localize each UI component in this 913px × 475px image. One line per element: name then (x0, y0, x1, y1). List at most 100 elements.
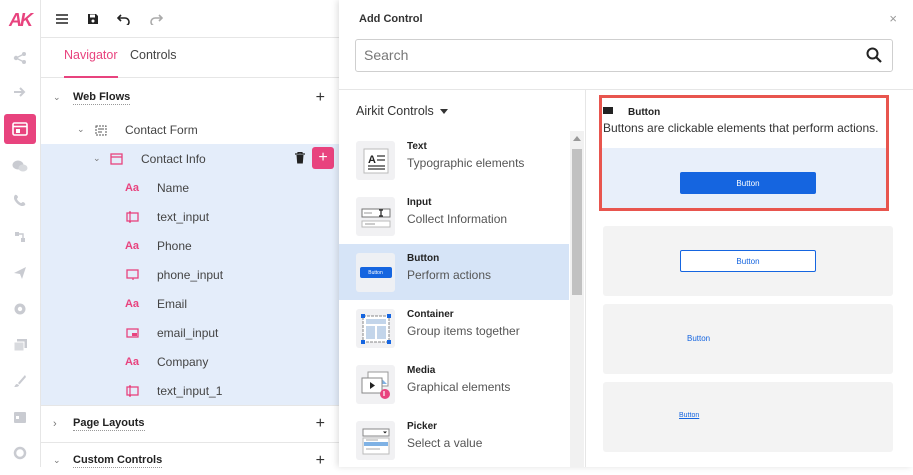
button-thumb-label: Button (359, 267, 392, 278)
page-layouts-section[interactable]: › Page Layouts + (41, 409, 339, 438)
add-web-flow-button[interactable]: + (316, 89, 325, 107)
divider (41, 405, 339, 406)
add-page-layout-button[interactable]: + (316, 415, 325, 433)
preview-text-button[interactable]: Button (687, 334, 710, 343)
trash-icon[interactable] (295, 151, 305, 167)
search-box[interactable] (355, 39, 893, 72)
chevron-down-icon[interactable]: ⌄ (93, 153, 101, 164)
tree-item-label: phone_input (157, 267, 224, 282)
chevron-down-icon[interactable]: ⌄ (77, 124, 85, 135)
brush-icon[interactable] (11, 372, 29, 390)
tree-item[interactable]: email_input (41, 318, 339, 347)
tree-item[interactable]: Aa Phone (41, 231, 339, 260)
search-input[interactable] (364, 47, 844, 63)
input-icon (125, 210, 139, 224)
control-list-scrollbar[interactable] (570, 131, 584, 467)
search-icon[interactable] (866, 47, 882, 68)
control-desc: Typographic elements (407, 156, 525, 170)
button-variant-outline[interactable]: Button (603, 226, 893, 296)
tree-item[interactable]: text_input_1 (41, 376, 339, 405)
divider (339, 89, 913, 90)
scroll-up-icon[interactable] (573, 136, 581, 141)
phone-icon[interactable] (11, 191, 29, 209)
settings-icon[interactable] (11, 300, 29, 318)
redo-icon[interactable] (148, 11, 164, 27)
tree-item-label: Email (157, 296, 188, 311)
send-icon[interactable] (11, 264, 29, 282)
control-item-text[interactable]: A Text Typographic elements (339, 132, 569, 188)
tree-item[interactable]: Aa Name (41, 173, 339, 202)
media-control-icon (356, 365, 395, 404)
integration-icon[interactable] (11, 228, 29, 246)
control-desc: Select a value (407, 436, 483, 450)
save-icon[interactable] (85, 11, 101, 27)
tree-item[interactable]: phone_input (41, 260, 339, 289)
svg-text:A: A (368, 154, 376, 166)
page-layouts-label: Page Layouts (73, 416, 145, 431)
tree-item[interactable]: Aa Email (41, 289, 339, 318)
text-icon: Aa (124, 297, 140, 310)
selection-highlight (599, 95, 889, 211)
control-name: Input (407, 197, 432, 208)
calendar-icon[interactable] (11, 408, 29, 426)
text-icon: Aa (124, 239, 140, 252)
button-variant-text[interactable]: Button (603, 304, 893, 374)
text-icon: Aa (124, 181, 140, 194)
button-variant-link[interactable]: Button (603, 382, 893, 452)
container-control-icon (356, 309, 395, 348)
input-icon (125, 384, 139, 398)
preview-outline-button[interactable]: Button (680, 250, 816, 272)
tree-item-label: text_input (157, 209, 210, 224)
tree-item[interactable]: text_input (41, 202, 339, 231)
media-library-icon[interactable] (11, 336, 29, 354)
input-control-icon (356, 197, 395, 236)
control-item-picker[interactable]: Picker Select a value (339, 412, 569, 468)
add-control-button[interactable]: + (312, 147, 334, 169)
tree-item-label: Phone (157, 238, 192, 253)
control-item-container[interactable]: Container Group items together (339, 300, 569, 356)
undo-icon[interactable] (116, 11, 132, 27)
control-item-media[interactable]: Media Graphical elements (339, 356, 569, 412)
control-name: Button (407, 253, 440, 264)
text-control-icon: A (356, 141, 395, 180)
chevron-right-icon[interactable]: › (53, 418, 57, 430)
divider (585, 89, 586, 467)
app-logo: AK (9, 10, 33, 30)
chat-icon[interactable] (11, 157, 29, 175)
close-icon[interactable]: × (889, 11, 897, 26)
custom-controls-section[interactable]: ⌄ Custom Controls + (41, 446, 339, 475)
tree-item-contact-info[interactable]: ⌄ Contact Info + (41, 144, 339, 173)
tree-item-label: Contact Info (141, 151, 206, 166)
chevron-down-icon[interactable]: ⌄ (53, 92, 61, 103)
web-flows-section[interactable]: ⌄ Web Flows + (41, 83, 339, 112)
control-desc: Graphical elements (407, 380, 511, 394)
control-desc: Group items together (407, 324, 520, 338)
arrow-icon[interactable] (11, 83, 29, 101)
toolbar (41, 0, 339, 38)
control-item-button[interactable]: Button Button Perform actions (339, 244, 569, 300)
chevron-down-icon[interactable]: ⌄ (53, 455, 61, 466)
menu-icon[interactable] (54, 11, 70, 27)
flow-icon[interactable] (11, 49, 29, 67)
scrollbar-thumb[interactable] (572, 149, 582, 295)
control-group-label: Airkit Controls (356, 104, 434, 118)
tab-controls[interactable]: Controls (130, 48, 177, 62)
control-item-input[interactable]: Input Collect Information (339, 188, 569, 244)
form-icon (94, 123, 108, 137)
tree-item-label: text_input_1 (157, 383, 223, 398)
caret-down-icon (439, 109, 448, 115)
tree-item[interactable]: Aa Company (41, 347, 339, 376)
control-group-dropdown[interactable]: Airkit Controls (356, 104, 448, 118)
add-control-dialog: Add Control × Airkit Controls A Text Typ… (339, 0, 913, 467)
tree-item-contact-form[interactable]: ⌄ Contact Form (41, 115, 339, 144)
sync-icon[interactable] (11, 444, 29, 462)
custom-controls-label: Custom Controls (73, 453, 163, 468)
tab-navigator[interactable]: Navigator (64, 48, 118, 78)
tree-item-label: Contact Form (125, 122, 198, 137)
tree-item-label: Company (157, 354, 209, 369)
button-control-icon: Button (356, 253, 395, 292)
preview-link-button[interactable]: Button (679, 412, 699, 419)
page-icon (109, 152, 123, 166)
navigator-panel: Navigator Controls ⌄ Web Flows + ⌄ Conta… (41, 0, 339, 469)
web-flows-icon[interactable] (4, 114, 36, 144)
